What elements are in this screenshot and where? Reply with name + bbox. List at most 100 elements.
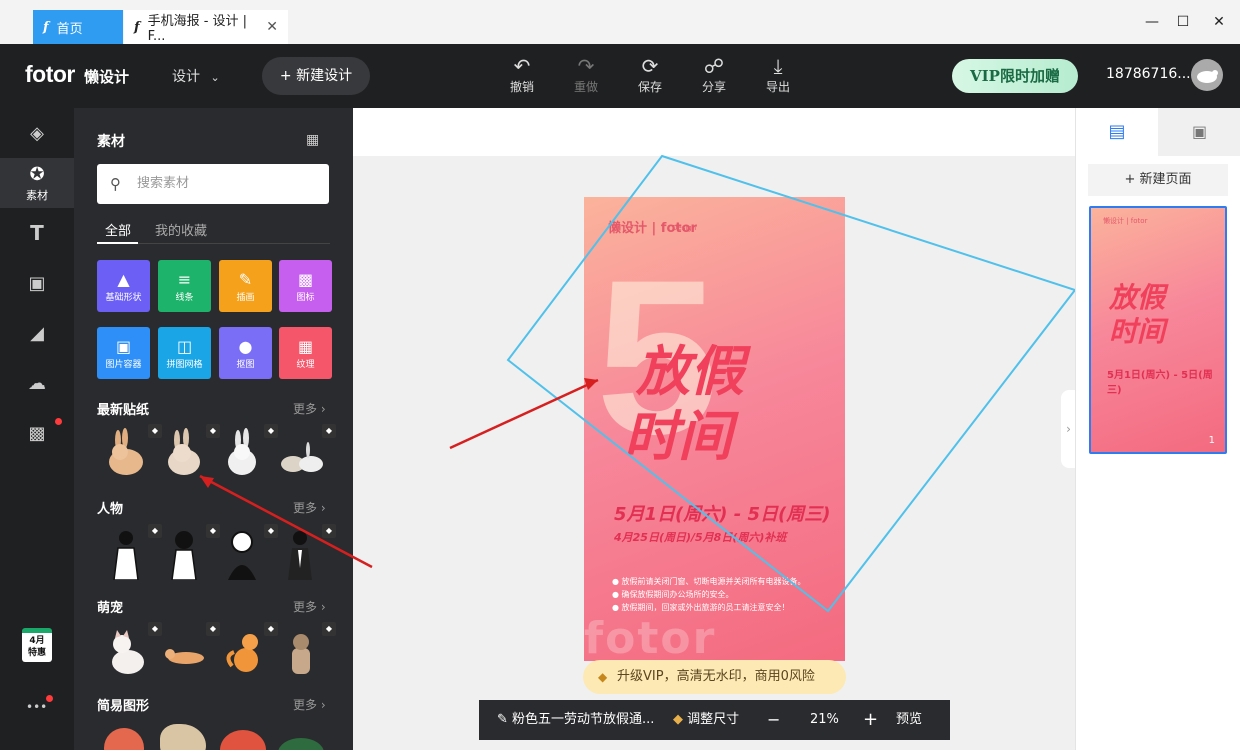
sticker-cat-1[interactable]: ◆ [104,622,162,678]
category-icons[interactable]: ▩ 图标 [279,260,332,312]
undo-label: 撤销 [509,80,534,94]
poster-note: ● 放假前请关闭门窗、切断电源并关闭所有电器设备。 [612,577,806,586]
vip-button[interactable]: VIP限时加赠 [952,59,1078,93]
calendar-month: 4月 [29,636,45,646]
search-input[interactable]: ⚲ 搜索素材 [97,164,329,204]
chevron-right-icon: › [320,698,326,712]
rail-background[interactable]: ◢ [0,308,74,358]
user-id[interactable]: 18786716... [1106,66,1191,82]
more-icon[interactable]: ••• [26,700,47,714]
category-lines[interactable]: ≡ 线条 [158,260,211,312]
tool-rail: ◈ ✪ 素材 T ▣ ◢ ☁ ▩ 4月 特惠 ••• [0,108,74,750]
redo-label: 重做 [573,80,598,94]
shape-circle-red-2[interactable] [220,730,266,750]
shape-leaf-green[interactable] [278,738,324,750]
more-label: 更多 [293,402,318,416]
close-window-button[interactable]: ✕ [1209,10,1229,34]
doc-name-field[interactable]: ✎ 粉色五一劳动节放假通... [497,700,654,740]
vip-diamond-icon: ◆ [322,424,336,438]
vip-diamond-icon: ◆ [148,524,162,538]
minimize-button[interactable]: — [1142,10,1162,34]
avatar[interactable] [1191,59,1223,91]
sticker-cat-3[interactable]: ◆ [278,622,336,678]
share-button[interactable]: ☍ 分享 [694,54,734,95]
sticker-rabbit-1[interactable]: ◆ [104,424,162,480]
calendar-promo-icon[interactable]: 4月 特惠 [22,628,52,662]
category-illustration[interactable]: ✎ 插画 [219,260,272,312]
tab-images[interactable]: ▣ [1158,108,1240,156]
search-icon: ⚲ [110,175,121,193]
category-collage-grid[interactable]: ◫ 拼图网格 [158,327,211,379]
preview-button[interactable]: 预览 [896,700,922,740]
more-people-link[interactable]: 更多 › [293,499,326,516]
tab-all[interactable]: 全部 [105,220,131,239]
tab-home[interactable]: f 首页 [33,10,123,44]
rail-upload[interactable]: ☁ [0,358,74,408]
save-button[interactable]: ⟳ 保存 [630,54,670,95]
search-placeholder: 搜索素材 [137,176,190,191]
shape-circle-red[interactable] [104,728,144,750]
sticker-rabbit-4[interactable]: ◆ [278,424,336,480]
expand-right-panel-button[interactable]: › [1061,390,1076,468]
more-pets-link[interactable]: 更多 › [293,598,326,615]
category-label: 图片容器 [105,360,142,370]
zoom-in-button[interactable]: + [863,700,878,740]
sticker-person-3[interactable]: ◆ [220,524,278,580]
poster-headline-2[interactable]: 时间 [624,392,732,471]
sticker-cat-2[interactable]: ◆ [220,622,278,678]
category-texture[interactable]: ▦ 纹理 [279,327,332,379]
new-design-button[interactable]: + 新建设计 [262,57,370,95]
grid-view-icon[interactable]: ▦ [306,132,319,148]
sticker-person-4[interactable]: ◆ [278,524,336,580]
poster-note: ● 确保放假期间办公场所的安全。 [612,590,734,599]
poster-date-line[interactable]: 5月1日(周六) - 5日(周三) [614,500,830,526]
vip-diamond-icon: ◆ [264,622,278,636]
category-basic-shapes[interactable]: ▲ 基础形状 [97,260,150,312]
sticker-rabbit-2[interactable]: ◆ [162,424,220,480]
redo-icon: ↷ [577,54,595,78]
layers-icon: ◈ [30,122,44,144]
maximize-button[interactable]: ☐ [1173,10,1193,34]
tab-design[interactable]: f 手机海报 - 设计 | F... ✕ [124,10,288,44]
sticker-person-1[interactable]: ◆ [104,524,162,581]
rail-apps[interactable]: ▩ [0,408,74,458]
rail-layers[interactable]: ◈ [0,108,74,158]
resize-label: 调整尺寸 [687,712,740,727]
fotor-favicon-icon: f [134,19,140,35]
export-button[interactable]: ⤓ 导出 [758,54,798,95]
close-tab-icon[interactable]: ✕ [266,19,278,35]
resize-button[interactable]: ◆ 调整尺寸 [673,700,739,740]
category-label: 线条 [175,293,194,303]
undo-button[interactable]: ↶ 撤销 [502,54,542,95]
category-cutout[interactable]: ● 抠图 [219,327,272,379]
design-menu[interactable]: 设计 ⌄ [172,66,220,86]
redo-button[interactable]: ↷ 重做 [566,54,606,95]
zoom-out-button[interactable]: − [767,700,780,740]
upgrade-vip-banner[interactable]: ◆ 升级VIP，高清无水印，商用0风险 [583,660,846,694]
chevron-down-icon: ⌄ [210,71,220,84]
cutout-icon: ● [238,337,253,356]
sticker-rabbit-3[interactable]: ◆ [220,424,278,480]
page-thumbnail[interactable]: 懒设计 | fotor 放假 时间 5月1日(周六) - 5日(周三) 1 [1089,206,1227,454]
fotor-logo[interactable]: fotor [25,61,75,88]
poster-page[interactable]: 5 懒设计 | fotor Design 放假 时间 5月1日(周六) - 5日… [584,197,845,661]
more-stickers-link[interactable]: 更多 › [293,400,326,417]
rail-materials[interactable]: ✪ 素材 [0,158,74,208]
section-title-shapes: 简易图形 [97,699,150,714]
tab-favorites[interactable]: 我的收藏 [155,220,207,239]
rail-image[interactable]: ▣ [0,258,74,308]
zoom-level[interactable]: 21% [810,700,839,740]
more-shapes-link[interactable]: 更多 › [293,696,326,713]
tab-pages[interactable]: ▤ [1076,108,1158,156]
diamond-icon: ◆ [673,712,683,727]
upgrade-text: 升级VIP，高清无水印，商用0风险 [617,669,815,684]
new-page-button[interactable]: + 新建页面 [1088,164,1228,196]
rail-text[interactable]: T [0,208,74,258]
shape-blob-beige[interactable] [160,724,206,750]
sticker-ferret[interactable]: ◆ [162,622,220,678]
poster-notes[interactable]: ● 放假前请关闭门窗、切断电源并关闭所有电器设备。 ● 确保放假期间办公场所的安… [612,575,806,614]
sticker-person-2[interactable]: ◆ [162,524,220,581]
poster-sub-line[interactable]: 4月25日(周日)/5月8日(周六)补班 [614,529,786,545]
more-label: 更多 [293,698,318,712]
category-image-container[interactable]: ▣ 图片容器 [97,327,150,379]
